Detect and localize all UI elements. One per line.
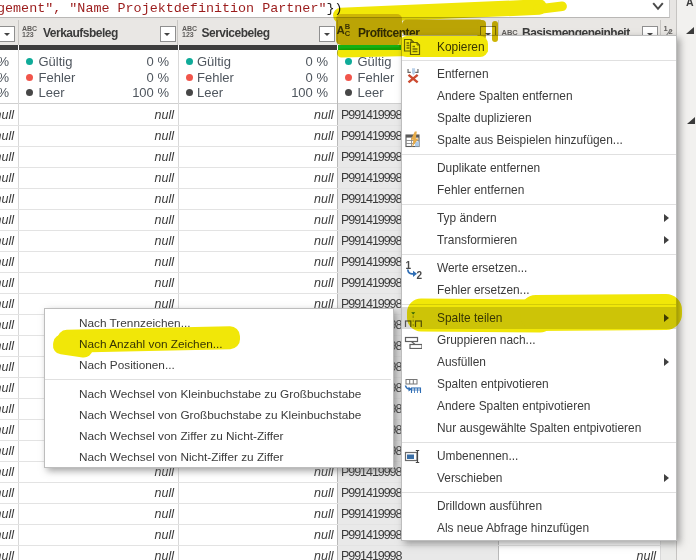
- svg-text:1: 1: [406, 260, 412, 271]
